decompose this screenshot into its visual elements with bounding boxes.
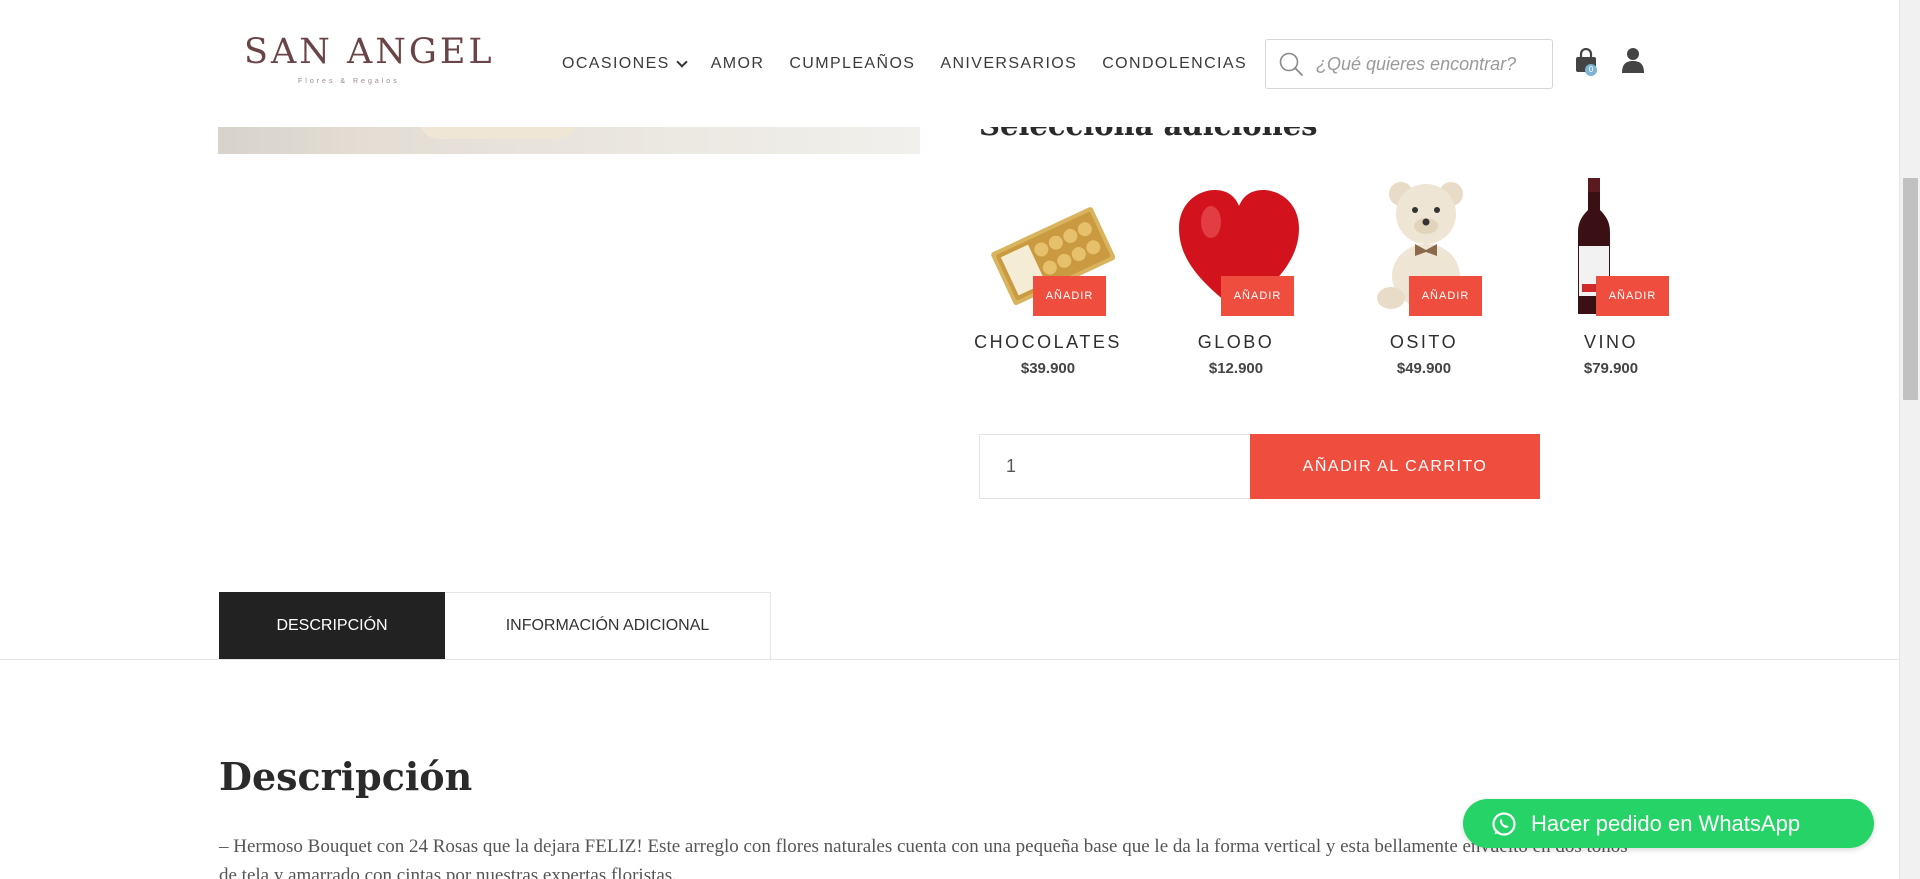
addon-vino: AÑADIR VINO $79.900 bbox=[1536, 176, 1686, 386]
quantity-input[interactable] bbox=[979, 434, 1251, 499]
nav-item-amor[interactable]: AMOR bbox=[711, 55, 765, 73]
add-chocolates-button[interactable]: AÑADIR bbox=[1033, 276, 1106, 316]
logo-tagline: Flores & Regalos bbox=[298, 78, 400, 85]
addon-globo: AÑADIR GLOBO $12.900 bbox=[1161, 176, 1311, 386]
product-image[interactable] bbox=[218, 127, 920, 154]
whatsapp-order-button[interactable]: Hacer pedido en WhatsApp bbox=[1463, 799, 1874, 848]
chevron-down-icon bbox=[676, 55, 688, 68]
addon-price: $79.900 bbox=[1583, 360, 1639, 377]
tab-informacion-adicional[interactable]: INFORMACIÓN ADICIONAL bbox=[445, 592, 771, 659]
whatsapp-label: Hacer pedido en WhatsApp bbox=[1531, 810, 1801, 836]
addon-name: CHOCOLATES bbox=[974, 332, 1122, 352]
nav-item-aniversarios[interactable]: ANIVERSARIOS bbox=[940, 55, 1077, 73]
search-input[interactable] bbox=[1316, 53, 1541, 75]
site-logo[interactable]: SAN ANGEL Flores & Regalos bbox=[244, 32, 492, 92]
description-title: Descripción bbox=[219, 754, 473, 799]
nav-item-cumpleanos[interactable]: CUMPLEAÑOS bbox=[789, 55, 915, 73]
logo-wordmark: SAN ANGEL bbox=[244, 32, 495, 72]
shopping-bag-icon[interactable]: 0 bbox=[1574, 47, 1600, 78]
addon-chocolates: AÑADIR CHOCOLATES $39.900 bbox=[973, 176, 1123, 386]
whatsapp-icon bbox=[1491, 811, 1517, 837]
tabs-divider bbox=[0, 659, 1899, 660]
add-to-cart-button[interactable]: AÑADIR AL CARRITO bbox=[1250, 434, 1540, 499]
page-scrollbar[interactable] bbox=[1899, 0, 1920, 879]
user-icon[interactable] bbox=[1621, 47, 1645, 75]
addon-price: $49.900 bbox=[1396, 360, 1452, 377]
search-icon[interactable] bbox=[1266, 40, 1316, 88]
add-globo-button[interactable]: AÑADIR bbox=[1221, 276, 1294, 316]
tab-descripcion[interactable]: DESCRIPCIÓN bbox=[219, 592, 445, 659]
addon-name: GLOBO bbox=[1197, 332, 1275, 352]
search-box bbox=[1265, 39, 1553, 89]
addon-osito: AÑADIR OSITO $49.900 bbox=[1349, 176, 1499, 386]
nav-item-ocasiones[interactable]: OCASIONES bbox=[562, 55, 688, 73]
addon-price: $12.900 bbox=[1208, 360, 1264, 377]
addon-name: OSITO bbox=[1389, 332, 1459, 352]
description-text: – Hermoso Bouquet con 24 Rosas que la de… bbox=[219, 836, 1628, 879]
product-image-detail bbox=[418, 127, 578, 139]
cart-count-badge: 0 bbox=[1585, 64, 1597, 76]
main-nav: OCASIONES AMOR CUMPLEAÑOS ANIVERSARIOS C… bbox=[562, 53, 1247, 75]
nav-label: OCASIONES bbox=[562, 55, 670, 72]
addon-name: VINO bbox=[1583, 332, 1638, 352]
nav-item-condolencias[interactable]: CONDOLENCIAS bbox=[1102, 55, 1247, 73]
add-vino-button[interactable]: AÑADIR bbox=[1596, 276, 1669, 316]
addon-price: $39.900 bbox=[1020, 360, 1076, 377]
add-osito-button[interactable]: AÑADIR bbox=[1409, 276, 1482, 316]
scrollbar-thumb[interactable] bbox=[1903, 178, 1918, 400]
site-header: SAN ANGEL Flores & Regalos OCASIONES AMO… bbox=[0, 0, 1899, 127]
